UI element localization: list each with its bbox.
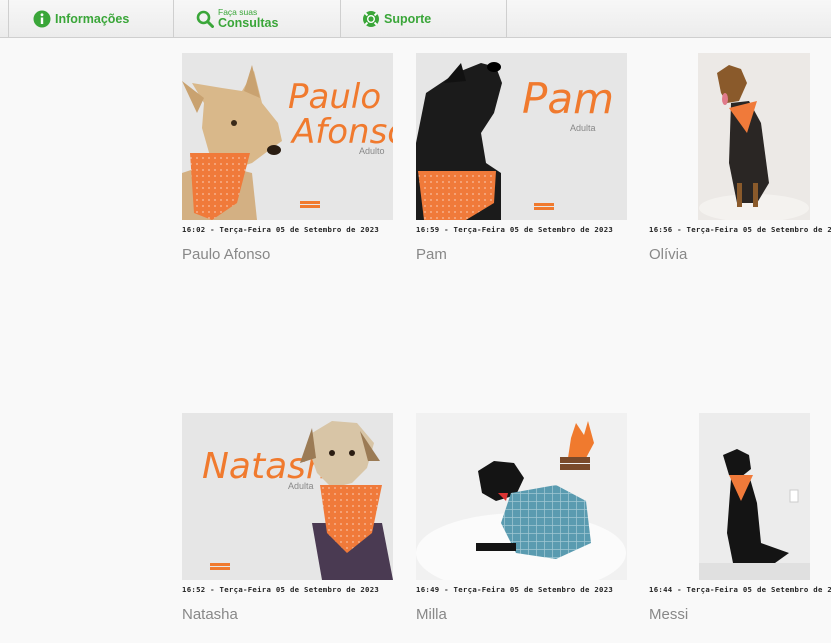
pet-name[interactable]: Natasha bbox=[182, 606, 393, 623]
pet-name[interactable]: Messi bbox=[649, 606, 831, 623]
nav-informacoes-label: Informações bbox=[55, 11, 130, 26]
nav-item-suporte[interactable]: Suporte bbox=[341, 0, 507, 37]
pet-card: 16:49 - Terça-Feira 05 de Setembro de 20… bbox=[416, 413, 627, 623]
search-icon bbox=[196, 10, 214, 28]
pet-name[interactable]: Olívia bbox=[649, 246, 831, 263]
pet-timestamp: 16:44 - Terça-Feira 05 de Setembro de 20… bbox=[649, 585, 831, 594]
poster-name-1: Pam bbox=[522, 74, 614, 123]
pet-photo[interactable]: Paulo Afonso Adulto bbox=[182, 53, 393, 220]
pet-timestamp: 16:02 - Terça-Feira 05 de Setembro de 20… bbox=[182, 225, 380, 234]
pet-timestamp: 16:52 - Terça-Feira 05 de Setembro de 20… bbox=[182, 585, 380, 594]
pet-card: 16:56 - Terça-Feira 05 de Setembro de 20… bbox=[649, 53, 831, 263]
nav-item-consultas[interactable]: Faça suas Consultas bbox=[174, 0, 341, 37]
pet-timestamp: 16:49 - Terça-Feira 05 de Setembro de 20… bbox=[416, 585, 614, 594]
pet-name[interactable]: Paulo Afonso bbox=[182, 246, 393, 263]
info-icon bbox=[33, 10, 51, 27]
pet-photo[interactable] bbox=[649, 413, 831, 580]
poster-name-1: Paulo bbox=[288, 77, 381, 117]
nav-suporte-label: Suporte bbox=[384, 11, 432, 26]
poster-age: Adulta bbox=[288, 481, 314, 491]
pet-card: 16:44 - Terça-Feira 05 de Setembro de 20… bbox=[649, 413, 831, 623]
pet-photo[interactable] bbox=[416, 413, 627, 580]
poster-age: Adulta bbox=[570, 123, 596, 133]
nav-consultas-big: Consultas bbox=[218, 15, 279, 30]
pet-photo[interactable]: Natasha Adulta bbox=[182, 413, 393, 580]
pet-card: Natasha Adulta 16:52 - Terça-Feira 05 de… bbox=[182, 413, 393, 623]
poster-age: Adulto bbox=[359, 146, 385, 156]
pet-name[interactable]: Milla bbox=[416, 606, 627, 623]
lifebuoy-icon bbox=[363, 10, 379, 27]
nav-item-informacoes[interactable]: Informações bbox=[8, 0, 174, 37]
pet-card: Paulo Afonso Adulto 16:02 - Terça-Feira … bbox=[182, 53, 393, 263]
nav-consultas-label: Faça suas Consultas bbox=[218, 8, 278, 29]
pet-photo[interactable] bbox=[649, 53, 831, 220]
pet-name[interactable]: Pam bbox=[416, 246, 627, 263]
pet-card: Pam Adulta 16:59 - Terça-Feira 05 de Set… bbox=[416, 53, 627, 263]
top-nav-bar: Informações Faça suas Consultas Suporte bbox=[0, 0, 831, 38]
pet-timestamp: 16:59 - Terça-Feira 05 de Setembro de 20… bbox=[416, 225, 614, 234]
pet-photo[interactable]: Pam Adulta bbox=[416, 53, 627, 220]
pet-timestamp: 16:56 - Terça-Feira 05 de Setembro de 20… bbox=[649, 225, 831, 234]
